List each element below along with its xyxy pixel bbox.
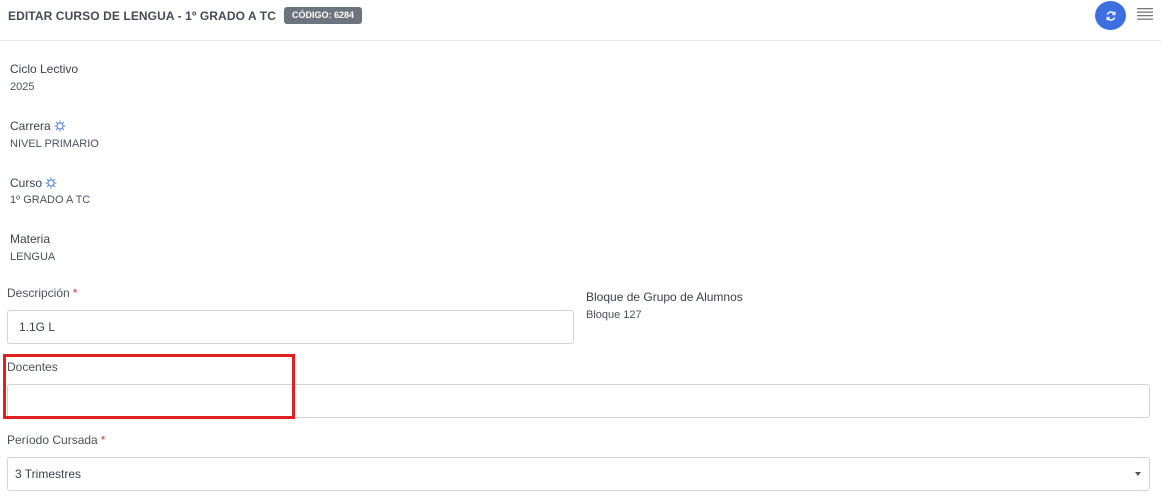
bloque-label: Bloque de Grupo de Alumnos	[586, 290, 743, 304]
materia-label: Materia	[10, 232, 51, 246]
descripcion-label: Descripción *	[7, 286, 78, 300]
menu-button[interactable]	[1137, 7, 1153, 21]
periodo-label: Período Cursada *	[7, 433, 106, 447]
periodo-select[interactable]: 3 Trimestres	[7, 457, 1150, 491]
curso-label: Curso	[10, 176, 57, 190]
bloque-value: Bloque 127	[586, 309, 642, 321]
curso-value: 1º GRADO A TC	[10, 194, 91, 206]
carrera-label: Carrera	[10, 119, 66, 133]
required-mark: *	[72, 286, 78, 300]
gear-icon[interactable]	[45, 177, 57, 189]
carrera-value: NIVEL PRIMARIO	[10, 138, 99, 150]
page-header: EDITAR CURSO DE LENGUA - 1º GRADO A TC C…	[0, 0, 1161, 41]
chevron-down-icon	[1135, 472, 1141, 476]
descripcion-input[interactable]: 1.1G L	[7, 310, 574, 344]
gear-icon[interactable]	[54, 120, 66, 132]
docentes-input[interactable]	[7, 384, 1150, 418]
page-title: EDITAR CURSO DE LENGUA - 1º GRADO A TC	[8, 9, 276, 23]
refresh-button[interactable]	[1095, 1, 1126, 30]
refresh-icon	[1106, 10, 1115, 21]
code-badge: CÓDIGO: 6284	[284, 7, 363, 24]
materia-value: LENGUA	[10, 251, 56, 263]
ciclo-lectivo-value: 2025	[10, 81, 35, 93]
docentes-label: Docentes	[7, 360, 58, 374]
hamburger-menu-icon	[1137, 8, 1153, 20]
ciclo-lectivo-label: Ciclo Lectivo	[10, 62, 79, 76]
required-mark: *	[100, 433, 106, 447]
